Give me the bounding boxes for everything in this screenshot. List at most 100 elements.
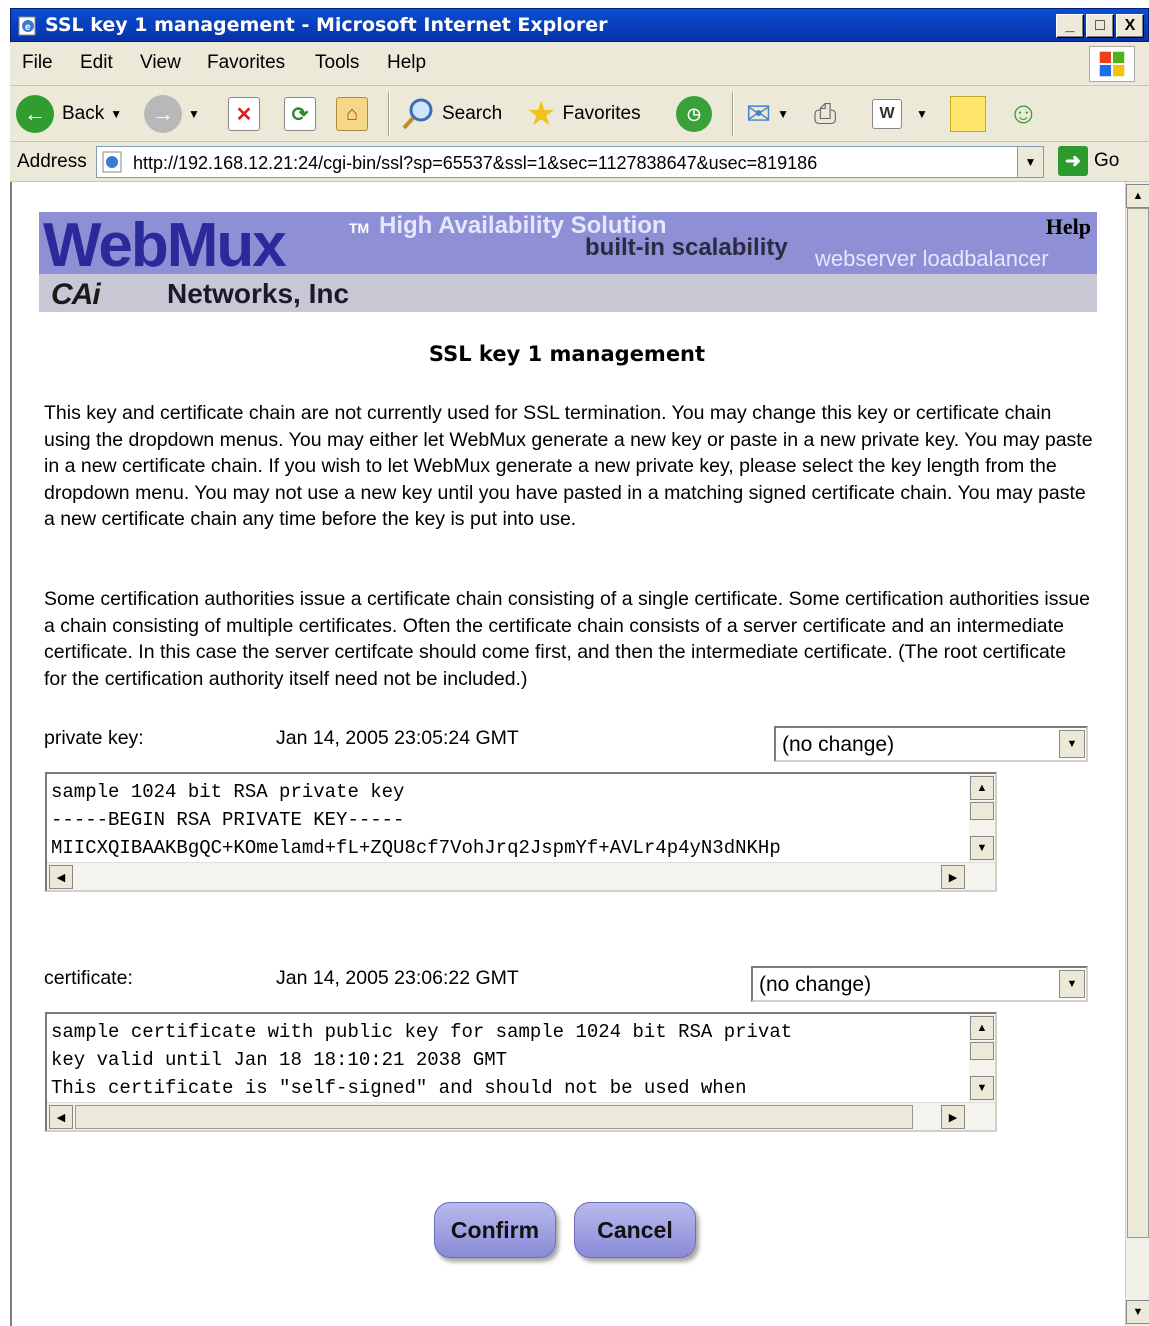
page-title: SSL key 1 management [428, 342, 706, 366]
menu-edit[interactable]: Edit [80, 52, 113, 74]
certificate-select[interactable]: (no change) ▼ [751, 966, 1088, 1002]
back-label: Back [62, 103, 105, 124]
horizontal-scrollbar[interactable]: ◀ ▶ [47, 1102, 995, 1130]
address-url: http://192.168.12.21:24/cgi-bin/ssl?sp=6… [133, 153, 818, 173]
private-key-textarea[interactable]: sample 1024 bit RSA private key -----BEG… [45, 772, 997, 892]
discuss-button[interactable] [950, 94, 986, 134]
certificate-text: sample certificate with public key for s… [51, 1021, 793, 1099]
menu-help[interactable]: Help [387, 52, 426, 74]
note-icon [950, 96, 986, 132]
ie-page-icon: e [18, 16, 36, 36]
refresh-button[interactable]: ⟳ [284, 94, 316, 134]
maximize-button[interactable]: □ [1086, 14, 1114, 38]
page-viewport: WebMux TM High Availability Solution bui… [10, 182, 1149, 1326]
confirm-button[interactable]: Confirm [434, 1202, 556, 1258]
address-input[interactable]: http://192.168.12.21:24/cgi-bin/ssl?sp=6… [96, 146, 1044, 178]
back-arrow-icon: ← [16, 95, 54, 133]
address-label: Address [17, 151, 87, 172]
scroll-thumb[interactable] [970, 802, 994, 820]
menu-bar: File Edit View Favorites Tools Help [10, 42, 1149, 86]
private-key-label: private key: [44, 727, 144, 749]
certificate-date: Jan 14, 2005 23:06:22 GMT [276, 967, 519, 989]
scroll-left-icon[interactable]: ◀ [49, 1105, 73, 1129]
scroll-right-icon[interactable]: ▶ [941, 1105, 965, 1129]
toolbar: ← Back ▼ → ▼ ✕ ⟳ ⌂ Search ★ Favorites ◷ … [10, 86, 1149, 142]
svg-text:e: e [25, 22, 31, 33]
menu-view[interactable]: View [140, 52, 181, 74]
certificate-label: certificate: [44, 967, 133, 989]
star-icon: ★ [526, 95, 557, 133]
private-key-select[interactable]: (no change) ▼ [774, 726, 1088, 762]
address-bar: Address http://192.168.12.21:24/cgi-bin/… [10, 142, 1149, 182]
vertical-scrollbar[interactable]: ▲ ▼ [969, 1014, 995, 1104]
print-icon: ⎙ [814, 97, 837, 129]
cai-logo: CAi [51, 278, 101, 311]
stop-icon: ✕ [228, 97, 260, 131]
search-button[interactable]: Search [400, 94, 502, 134]
webmux-logo: WebMux [43, 211, 287, 280]
scroll-left-icon[interactable]: ◀ [49, 865, 73, 889]
webmux-banner: WebMux TM High Availability Solution bui… [39, 211, 1097, 312]
menu-tools[interactable]: Tools [315, 52, 359, 74]
menu-favorites[interactable]: Favorites [207, 52, 285, 74]
chevron-down-icon[interactable]: ▼ [188, 107, 200, 121]
scroll-down-icon[interactable]: ▼ [970, 1076, 994, 1100]
search-label: Search [442, 103, 503, 124]
intro-paragraph: This key and certificate chain are not c… [44, 402, 1093, 530]
scroll-right-icon[interactable]: ▶ [941, 865, 965, 889]
scroll-down-icon[interactable]: ▼ [970, 836, 994, 860]
stop-button[interactable]: ✕ [228, 94, 260, 134]
vertical-scrollbar[interactable]: ▲ ▼ [969, 774, 995, 864]
scroll-up-icon[interactable]: ▲ [970, 1016, 994, 1040]
close-button[interactable]: X [1116, 14, 1144, 38]
trademark: TM [349, 220, 370, 236]
print-button[interactable]: ⎙ [814, 94, 836, 134]
ie-page-icon [102, 151, 122, 173]
favorites-label: Favorites [562, 103, 641, 124]
certificate-select-value: (no change) [759, 973, 872, 996]
cancel-button[interactable]: Cancel [574, 1202, 696, 1258]
banner-tagline-loadbalancer: webserver loadbalancer [815, 246, 1049, 271]
chevron-down-icon[interactable]: ▼ [110, 107, 122, 121]
company-name: Networks, Inc [167, 278, 350, 309]
messenger-button[interactable]: ☺ [1008, 94, 1039, 134]
go-button[interactable]: ➜ Go [1058, 146, 1119, 176]
back-button[interactable]: ← Back ▼ [16, 94, 122, 134]
page-scrollbar[interactable]: ▲ ▼ [1125, 182, 1149, 1326]
chevron-down-icon[interactable]: ▼ [777, 107, 789, 121]
window-titlebar[interactable]: e SSL key 1 management - Microsoft Inter… [10, 8, 1149, 42]
windows-logo-icon [1089, 46, 1135, 82]
certificate-textarea[interactable]: sample certificate with public key for s… [45, 1012, 997, 1132]
home-button[interactable]: ⌂ [336, 94, 368, 134]
scroll-up-icon[interactable]: ▲ [1126, 184, 1149, 208]
minimize-button[interactable]: _ [1056, 14, 1084, 38]
scroll-down-icon[interactable]: ▼ [1126, 1300, 1149, 1324]
edit-button[interactable]: W ▼ [872, 94, 928, 134]
forward-arrow-icon: → [144, 95, 182, 133]
page-scroll-thumb[interactable] [1127, 208, 1149, 1238]
forward-button[interactable]: → ▼ [144, 94, 200, 134]
chevron-down-icon[interactable]: ▼ [1017, 147, 1043, 177]
menu-file[interactable]: File [22, 52, 53, 74]
chevron-down-icon[interactable]: ▼ [1059, 730, 1085, 758]
banner-tagline-scalability: built-in scalability [585, 234, 788, 261]
refresh-icon: ⟳ [284, 97, 316, 131]
private-key-select-value: (no change) [782, 733, 895, 756]
scroll-thumb[interactable] [970, 1042, 994, 1060]
history-button[interactable]: ◷ [676, 94, 712, 134]
chevron-down-icon[interactable]: ▼ [1059, 970, 1085, 998]
history-icon: ◷ [676, 96, 712, 132]
messenger-icon: ☺ [1008, 97, 1039, 130]
mail-button[interactable]: ✉ ▼ [746, 94, 789, 134]
scroll-thumb[interactable] [75, 1105, 913, 1129]
horizontal-scrollbar[interactable]: ◀ ▶ [47, 862, 995, 890]
go-label: Go [1094, 150, 1120, 171]
private-key-date: Jan 14, 2005 23:05:24 GMT [276, 727, 519, 749]
help-link[interactable]: Help [1046, 214, 1091, 240]
chevron-down-icon[interactable]: ▼ [916, 107, 928, 121]
window-title: SSL key 1 management - Microsoft Interne… [45, 14, 608, 36]
home-icon: ⌂ [336, 97, 368, 131]
scroll-up-icon[interactable]: ▲ [970, 776, 994, 800]
search-icon [402, 98, 433, 130]
favorites-button[interactable]: ★ Favorites [526, 94, 641, 134]
